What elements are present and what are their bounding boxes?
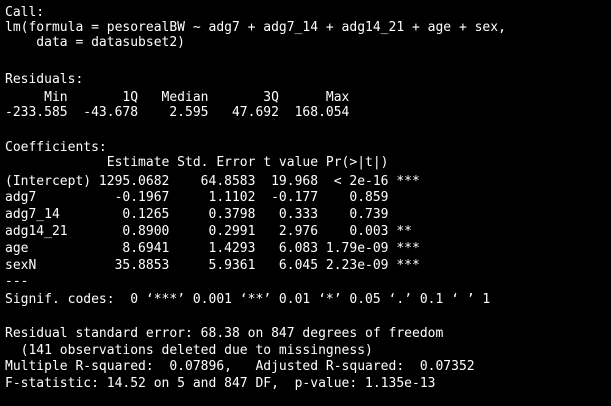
separator-dashes: ---	[5, 274, 29, 289]
residuals-header: Residuals:	[5, 72, 84, 87]
coefficients-header: Coefficients:	[5, 140, 107, 155]
coef-row-intercept: (Intercept) 1295.0682 64.8583 19.968 < 2…	[5, 174, 420, 189]
call-formula: lm(formula = pesorealBW ~ adg7 + adg7_14…	[5, 20, 506, 35]
coef-row-adg7-14: adg7_14 0.1265 0.3798 0.333 0.739	[5, 207, 420, 222]
coef-row-age: age 8.6941 1.4293 6.083 1.79e-09 ***	[5, 241, 420, 256]
coefficients-column-headers: Estimate Std. Error t value Pr(>|t|)	[5, 155, 420, 170]
missingness-note: (141 observations deleted due to missing…	[5, 343, 373, 358]
residual-standard-error: Residual standard error: 68.38 on 847 de…	[5, 326, 444, 341]
call-data-argument: data = datasubset2)	[5, 35, 186, 50]
r-console-output[interactable]: Call: lm(formula = pesorealBW ~ adg7 + a…	[0, 0, 611, 406]
r-squared-line: Multiple R-squared: 0.07896, Adjusted R-…	[5, 359, 483, 374]
coef-row-adg14-21: adg14_21 0.8900 0.2991 2.976 0.003 **	[5, 224, 420, 239]
signif-codes-legend: Signif. codes: 0 ‘***’ 0.001 ‘**’ 0.01 ‘…	[5, 292, 491, 307]
residuals-quantile-values: -233.585 -43.678 2.595 47.692 168.054	[5, 105, 358, 120]
call-header: Call:	[5, 5, 45, 20]
residuals-quantile-labels: Min 1Q Median 3Q Max	[5, 90, 358, 105]
f-statistic-line: F-statistic: 14.52 on 5 and 847 DF, p-va…	[5, 376, 436, 391]
coef-row-sexn: sexN 35.8853 5.9361 6.045 2.23e-09 ***	[5, 258, 420, 273]
coef-row-adg7: adg7 -0.1967 1.1102 -0.177 0.859	[5, 190, 420, 205]
